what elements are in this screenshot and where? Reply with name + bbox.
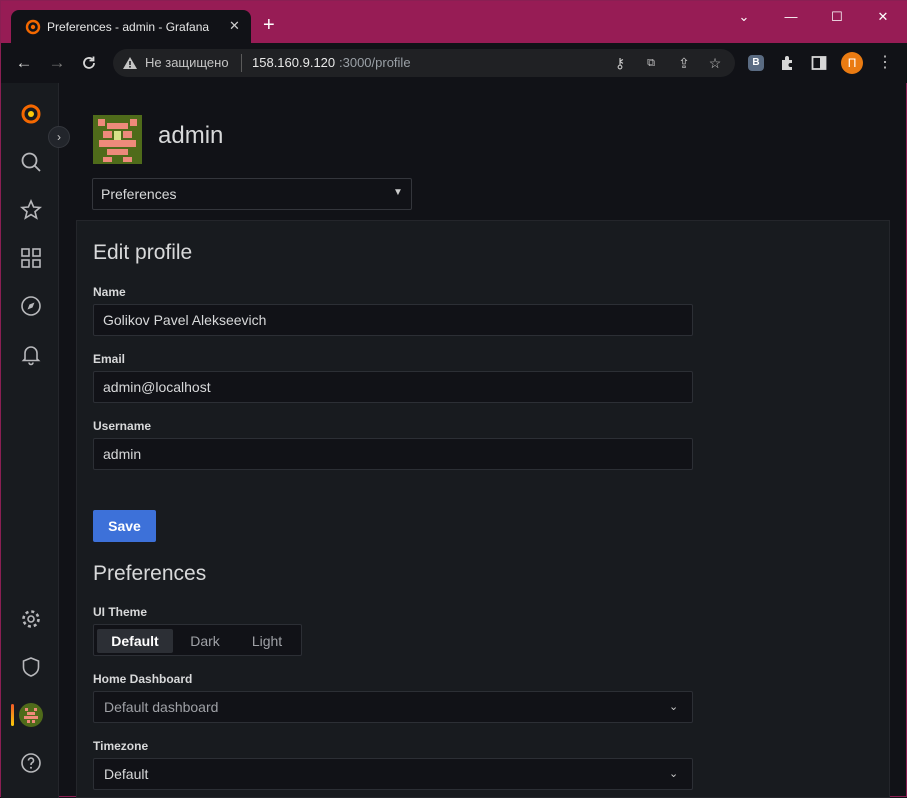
share-icon[interactable]: ⇪ bbox=[675, 54, 693, 72]
home-dashboard-label: Home Dashboard bbox=[93, 672, 193, 686]
url-host[interactable]: 158.160.9.120 bbox=[252, 55, 335, 70]
explore-icon[interactable] bbox=[19, 294, 43, 318]
email-label: Email bbox=[93, 352, 126, 366]
dashboards-icon[interactable] bbox=[19, 246, 43, 270]
reload-icon[interactable] bbox=[80, 54, 98, 72]
browser-profile-avatar[interactable]: П bbox=[841, 52, 863, 74]
preferences-heading: Preferences bbox=[93, 562, 207, 585]
maximize-button[interactable]: ☐ bbox=[822, 9, 852, 29]
username-input[interactable]: admin bbox=[93, 438, 693, 470]
name-label: Name bbox=[93, 285, 126, 299]
url-path[interactable]: :3000/profile bbox=[339, 55, 411, 70]
tab-close-icon[interactable]: ✕ bbox=[229, 18, 240, 34]
star-icon[interactable] bbox=[19, 198, 43, 222]
home-dashboard-select[interactable]: Default dashboard bbox=[93, 691, 693, 723]
chevron-down-icon[interactable]: ⌄ bbox=[669, 700, 678, 713]
username-label: Username bbox=[93, 419, 152, 433]
grafana-favicon-icon bbox=[25, 19, 41, 35]
gear-icon[interactable] bbox=[19, 607, 43, 631]
email-input[interactable]: admin@localhost bbox=[93, 371, 693, 403]
theme-option-dark[interactable]: Dark bbox=[177, 629, 233, 653]
page-tab-select-value[interactable]: Preferences bbox=[101, 186, 176, 202]
active-indicator bbox=[11, 704, 14, 726]
side-panel-icon[interactable] bbox=[811, 55, 827, 71]
search-icon[interactable] bbox=[19, 150, 43, 174]
browser-tab[interactable]: Preferences - admin - Grafana ✕ bbox=[11, 10, 251, 43]
edit-profile-heading: Edit profile bbox=[93, 241, 193, 264]
address-divider bbox=[241, 54, 242, 72]
forward-button[interactable]: → bbox=[46, 53, 68, 73]
grafana-logo-icon[interactable] bbox=[19, 102, 43, 126]
tab-title: Preferences - admin - Grafana bbox=[47, 20, 210, 34]
timezone-label: Timezone bbox=[93, 739, 149, 753]
warning-icon[interactable] bbox=[122, 56, 138, 70]
theme-option-light[interactable]: Light bbox=[237, 629, 297, 653]
kebab-menu-icon[interactable]: ⋮ bbox=[876, 54, 894, 72]
chevron-down-icon[interactable]: ⌄ bbox=[669, 767, 678, 780]
theme-option-default[interactable]: Default bbox=[97, 629, 173, 653]
user-avatar-icon[interactable] bbox=[19, 703, 43, 727]
alerting-bell-icon[interactable] bbox=[19, 342, 43, 366]
tab-search-icon[interactable]: ⌄ bbox=[729, 9, 759, 29]
name-input[interactable]: Golikov Pavel Alekseevich bbox=[93, 304, 693, 336]
save-button[interactable]: Save bbox=[93, 510, 156, 542]
minimize-button[interactable]: — bbox=[776, 9, 806, 29]
ui-theme-label: UI Theme bbox=[93, 605, 148, 619]
key-icon[interactable]: ⚷ bbox=[611, 54, 629, 72]
page-title: admin bbox=[158, 122, 224, 149]
caret-down-icon[interactable]: ▼ bbox=[393, 187, 403, 198]
grafana-sidebar bbox=[1, 83, 59, 798]
help-icon[interactable] bbox=[19, 751, 43, 775]
translate-icon[interactable]: ⧉ bbox=[642, 54, 660, 72]
shield-icon[interactable] bbox=[19, 655, 43, 679]
profile-avatar-icon bbox=[93, 115, 142, 164]
timezone-select[interactable]: Default bbox=[93, 758, 693, 790]
bookmark-star-icon[interactable]: ☆ bbox=[706, 54, 724, 72]
new-tab-button[interactable]: + bbox=[263, 15, 275, 35]
close-window-button[interactable]: ✕ bbox=[868, 9, 898, 29]
vk-extension-icon[interactable]: B bbox=[748, 55, 764, 71]
sidebar-expand-chevron-icon[interactable]: › bbox=[48, 126, 70, 148]
browser-window: Preferences - admin - Grafana ✕ + ⌄ — ☐ … bbox=[0, 0, 907, 798]
back-button[interactable]: ← bbox=[13, 53, 35, 73]
extensions-puzzle-icon[interactable] bbox=[779, 54, 797, 72]
security-label[interactable]: Не защищено bbox=[145, 55, 229, 70]
